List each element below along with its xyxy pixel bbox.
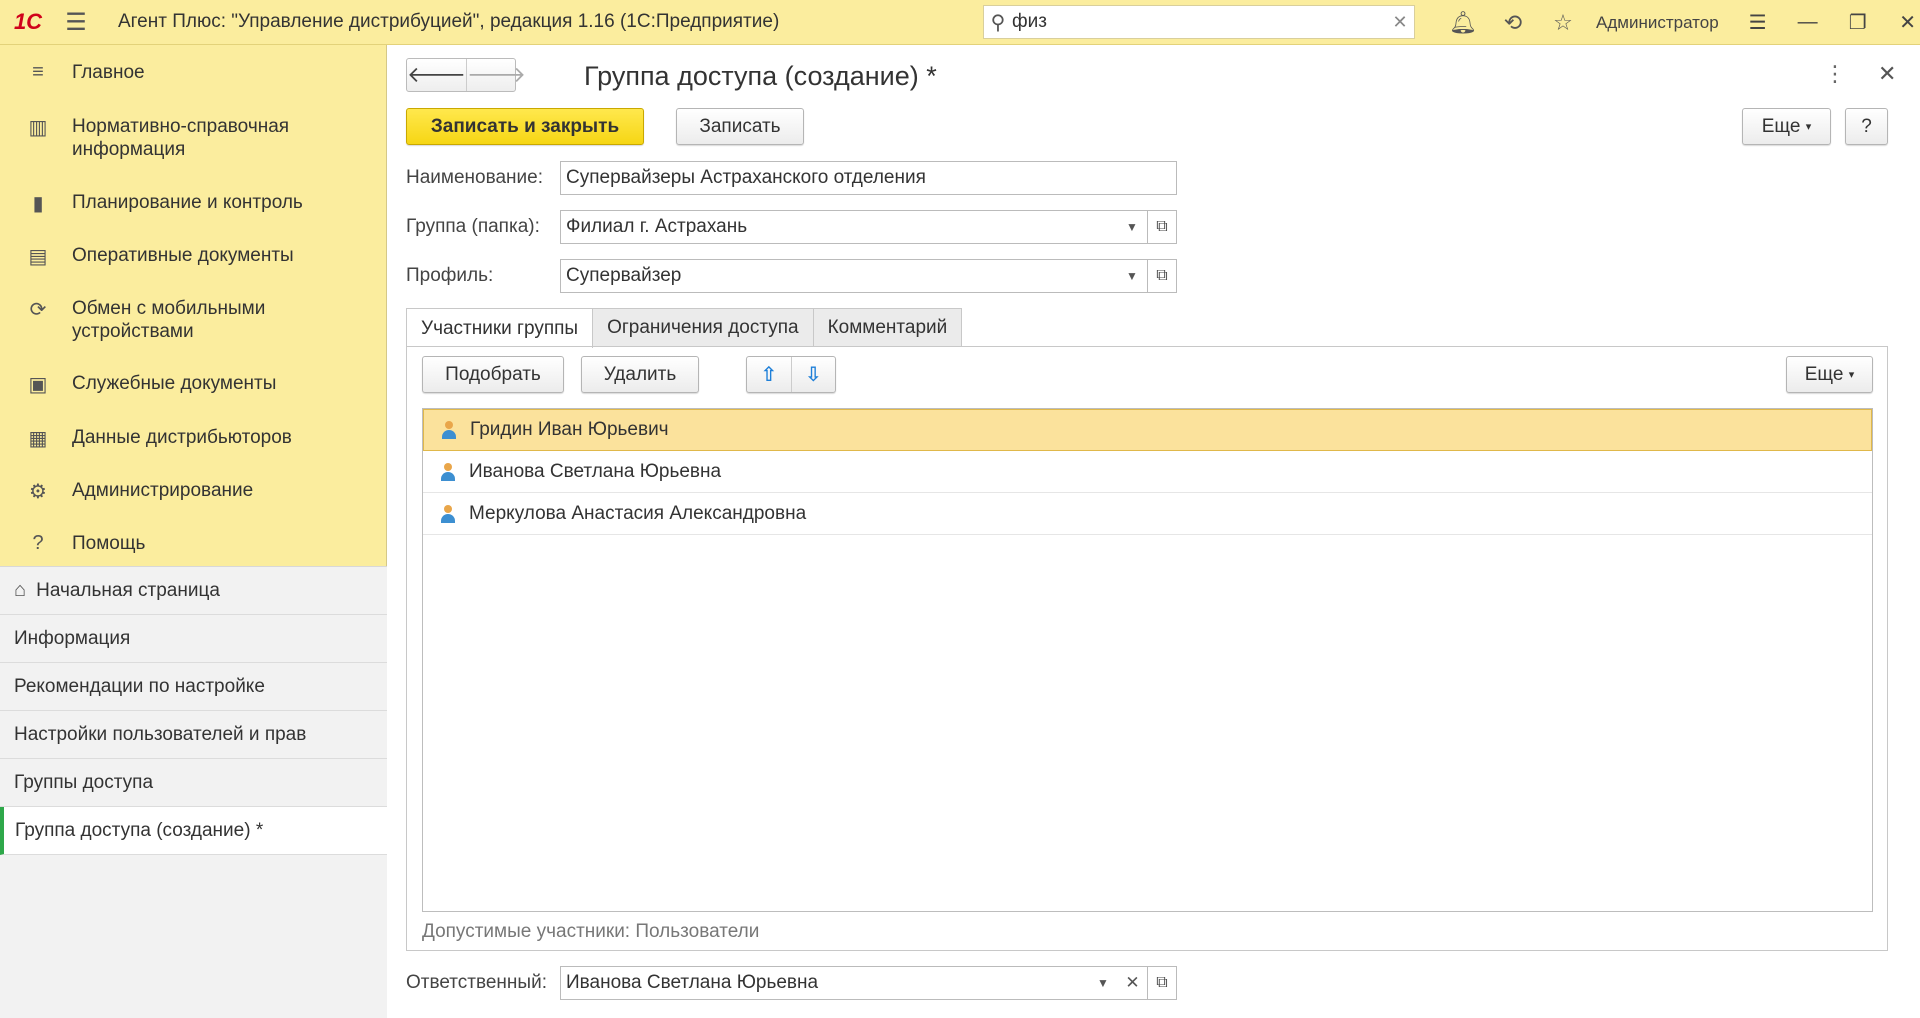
tab-access-restrictions[interactable]: Ограничения доступа <box>592 308 814 347</box>
chevron-down-icon: ▾ <box>1805 121 1812 133</box>
tab-comment[interactable]: Комментарий <box>812 308 963 347</box>
top-bar: 1С ☰ Агент Плюс: "Управление дистрибуцие… <box>0 0 1920 45</box>
help-icon: ? <box>32 532 44 554</box>
section-help[interactable]: ? Помощь <box>0 532 155 556</box>
nav-home[interactable]: ⌂ Начальная страница <box>0 567 387 615</box>
members-more-button[interactable]: Еще ▾ <box>1786 356 1873 393</box>
restore-icon[interactable]: ❐ <box>1833 10 1883 35</box>
save-and-close-button[interactable]: Записать и закрыть <box>406 108 644 145</box>
close-form-icon[interactable]: ✕ <box>1878 61 1896 87</box>
history-nav: 🡐 🡒 <box>406 58 526 92</box>
catalog-icon: ▥ <box>28 117 48 139</box>
section-mobile-exchange[interactable]: ⟳ Обмен с мобильными устройствами <box>0 297 302 343</box>
sidebar: ≡ Главное ▥ Нормативно-справочная информ… <box>0 45 387 1018</box>
section-main[interactable]: ≡ Главное <box>0 61 155 85</box>
clear-search-icon[interactable]: ✕ <box>1386 12 1414 33</box>
section-distributor-data[interactable]: ▦ Данные дистрибьюторов <box>0 426 302 450</box>
search-icon: ⚲ <box>990 11 1006 34</box>
section-administration[interactable]: ⚙ Администрирование <box>0 479 263 503</box>
main-menu-icon[interactable]: ☰ <box>56 8 96 37</box>
section-service-docs[interactable]: ▣ Служебные документы <box>0 372 286 396</box>
user-icon <box>439 504 457 523</box>
section-operative-docs[interactable]: ▤ Оперативные документы <box>0 244 304 268</box>
open-responsible-icon[interactable]: ⧉ <box>1147 966 1177 1000</box>
minimize-icon[interactable]: — <box>1783 11 1833 34</box>
form-area: 🡐 🡒 Группа доступа (создание) * ⋮ ✕ Запи… <box>388 45 1920 1018</box>
move-buttons: ⇧ ⇩ <box>746 356 836 393</box>
dropdown-icon[interactable]: ▼ <box>1117 211 1147 243</box>
close-window-icon[interactable]: ✕ <box>1883 10 1920 35</box>
chart-icon: ▮ <box>32 193 44 215</box>
list-item[interactable]: Иванова Светлана Юрьевна <box>423 451 1872 493</box>
dropdown-icon[interactable]: ▼ <box>1117 260 1147 292</box>
search-input[interactable] <box>1012 11 1386 33</box>
app-title: Агент Плюс: "Управление дистрибуцией", р… <box>118 11 780 32</box>
members-list[interactable]: Гридин Иван Юрьевич Иванова Светлана Юрь… <box>422 408 1873 912</box>
open-windows-panel: ⌂ Начальная страница Информация Рекоменд… <box>0 566 387 1018</box>
profile-field[interactable]: Супервайзер ▼ <box>560 259 1148 293</box>
menu-lines-icon: ≡ <box>32 61 44 83</box>
section-reference-info[interactable]: ▥ Нормативно-справочная информация <box>0 115 342 161</box>
dropdown-icon[interactable]: ▼ <box>1088 967 1118 999</box>
nav-recommendations[interactable]: Рекомендации по настройке <box>0 663 387 711</box>
clear-icon[interactable]: ✕ <box>1118 966 1148 1000</box>
history-icon[interactable]: ⟲ <box>1488 10 1538 36</box>
form-title: Группа доступа (создание) * <box>584 61 937 91</box>
section-planning[interactable]: ▮ Планирование и контроль <box>0 191 313 215</box>
tab-members[interactable]: Участники группы <box>406 308 594 348</box>
gear-icon: ⚙ <box>29 481 47 503</box>
service-docs-icon: ▣ <box>28 374 48 396</box>
members-panel: Подобрать Удалить ⇧ ⇩ Еще ▾ Гридин Иван … <box>406 346 1888 951</box>
group-label: Группа (папка): <box>406 216 540 237</box>
more-button[interactable]: Еще ▾ <box>1742 108 1831 145</box>
settings-menu-icon[interactable]: ☰ <box>1733 10 1783 35</box>
name-label: Наименование: <box>406 167 543 188</box>
responsible-field[interactable]: Иванова Светлана Юрьевна ▼ <box>560 966 1119 1000</box>
user-icon <box>440 421 458 439</box>
bell-icon[interactable]: 🔔︎ <box>1438 10 1488 36</box>
home-icon: ⌂ <box>14 579 27 601</box>
responsible-label: Ответственный: <box>406 972 547 993</box>
move-down-icon[interactable]: ⇩ <box>790 357 836 392</box>
help-button[interactable]: ? <box>1845 108 1888 145</box>
forward-arrow-icon[interactable]: 🡒 <box>466 59 526 91</box>
search-box[interactable]: ⚲ ✕ <box>983 5 1415 39</box>
tabs: Участники группы Ограничения доступа Ком… <box>406 308 963 348</box>
more-vertical-icon[interactable]: ⋮ <box>1824 61 1846 87</box>
list-item[interactable]: Гридин Иван Юрьевич <box>423 409 1872 451</box>
nav-information[interactable]: Информация <box>0 615 387 663</box>
nav-user-settings[interactable]: Настройки пользователей и прав <box>0 711 387 759</box>
back-arrow-icon[interactable]: 🡐 <box>407 59 466 91</box>
open-profile-icon[interactable]: ⧉ <box>1147 259 1177 293</box>
delete-button[interactable]: Удалить <box>581 356 699 393</box>
move-up-icon[interactable]: ⇧ <box>747 357 791 392</box>
name-field[interactable]: Супервайзеры Астраханского отделения <box>560 161 1177 195</box>
user-name[interactable]: Администратор <box>1596 13 1719 33</box>
profile-label: Профиль: <box>406 265 494 286</box>
open-group-icon[interactable]: ⧉ <box>1147 210 1177 244</box>
star-icon[interactable]: ☆ <box>1538 10 1588 36</box>
pick-button[interactable]: Подобрать <box>422 356 564 393</box>
nav-access-groups[interactable]: Группы доступа <box>0 759 387 807</box>
allowed-members-hint: Допустимые участники: Пользователи <box>422 921 760 942</box>
nav-access-group-create[interactable]: Группа доступа (создание) * <box>0 807 387 855</box>
sync-icon: ⟳ <box>29 299 47 321</box>
group-field[interactable]: Филиал г. Астрахань ▼ <box>560 210 1148 244</box>
1c-logo: 1С <box>13 9 43 34</box>
user-icon <box>439 462 457 481</box>
distributor-data-icon: ▦ <box>28 428 48 450</box>
chevron-down-icon: ▾ <box>1848 369 1855 381</box>
documents-icon: ▤ <box>28 246 48 268</box>
top-icons: 🔔︎ ⟲ ☆ Администратор ☰ — ❐ ✕ <box>1438 0 1920 45</box>
save-button[interactable]: Записать <box>676 108 804 145</box>
list-item[interactable]: Меркулова Анастасия Александровна <box>423 493 1872 535</box>
